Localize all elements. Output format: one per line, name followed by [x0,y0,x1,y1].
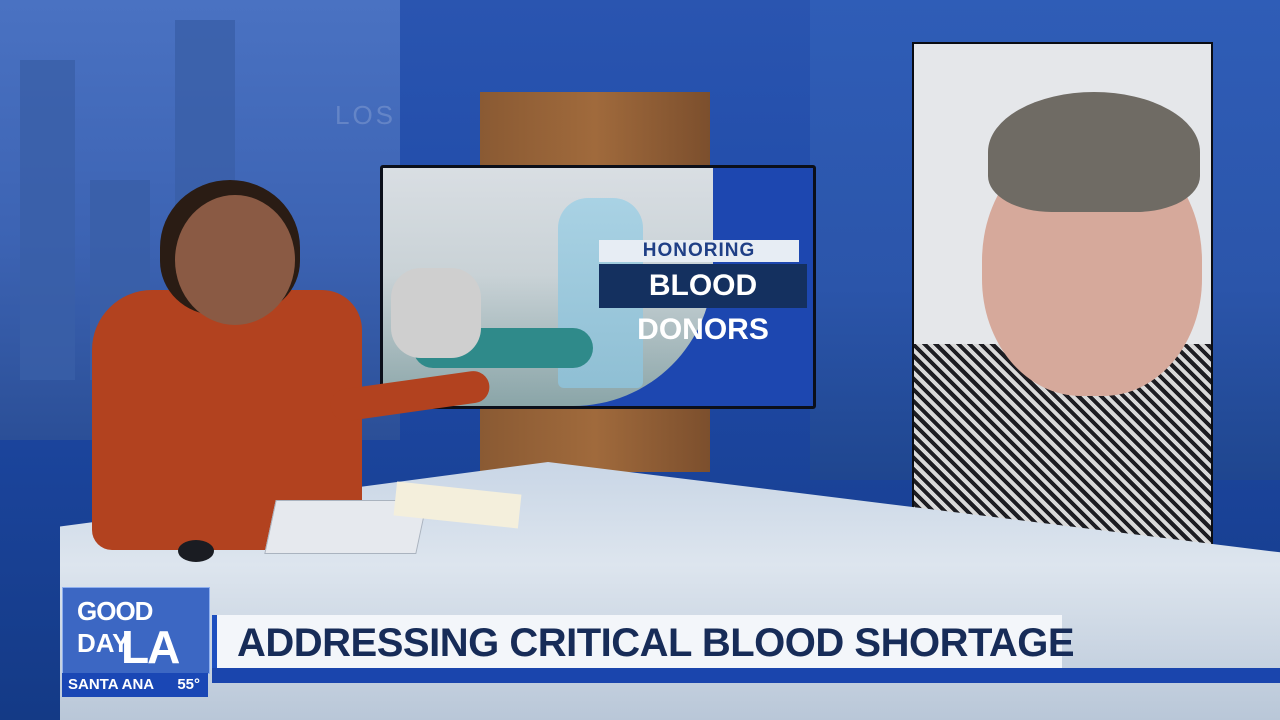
tv-graphic-line2: BLOOD DONORS [599,264,807,346]
tv-graphic-title: HONORING BLOOD DONORS [599,240,807,346]
background-city-text: LOS [335,100,397,130]
anchor-head [175,195,295,325]
logo-text-la: LA [121,621,180,673]
guest-video-feed [912,42,1213,576]
skyline-building [20,60,75,380]
desk-mouse [178,540,214,562]
headline-banner: ADDRESSING CRITICAL BLOOD SHORTAGE [212,615,1075,668]
tv-graphic-line1: HONORING [599,240,799,262]
headline-underbar [212,668,1280,683]
headline-text: ADDRESSING CRITICAL BLOOD SHORTAGE [237,621,1075,665]
weather-ticker: SANTA ANA 55° [62,673,208,697]
weather-city: SANTA ANA [68,676,155,693]
guest-hair [988,92,1200,212]
blood-donor [391,268,481,358]
show-logo: GOOD DAY LA [62,587,210,674]
studio-tv-screen: HONORING BLOOD DONORS [380,165,816,409]
weather-temperature: 55° [177,676,200,693]
